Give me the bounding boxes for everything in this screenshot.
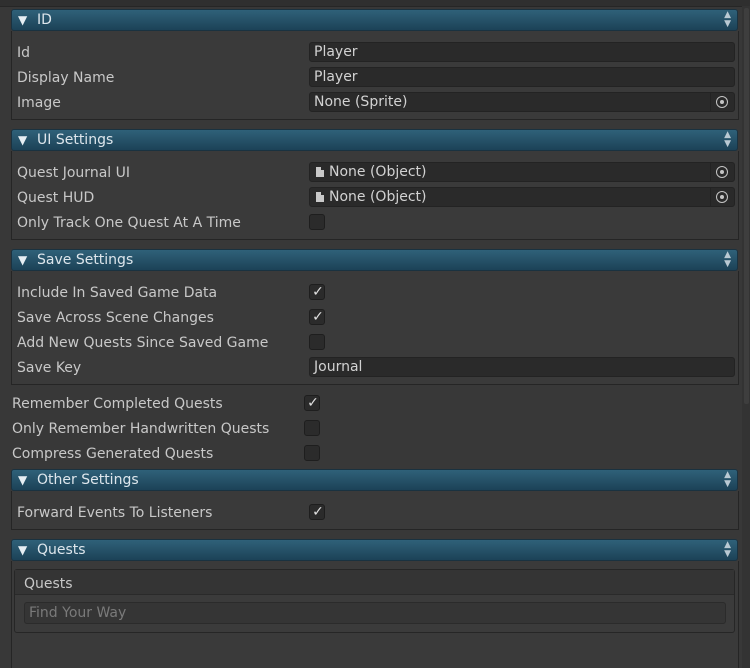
quest-hud-field[interactable]: None (Object) bbox=[309, 187, 735, 207]
section-header-id[interactable]: ▼ ID ▲ ▼ bbox=[11, 9, 738, 31]
vertical-scrollbar[interactable] bbox=[742, 6, 750, 668]
section-title: Save Settings bbox=[37, 252, 134, 268]
add-new-quests-checkbox[interactable] bbox=[309, 334, 325, 350]
field-label-save-across-scenes: Save Across Scene Changes bbox=[17, 310, 214, 326]
field-label-quest-hud: Quest HUD bbox=[17, 190, 95, 206]
foldout-triangle-icon[interactable]: ▼ bbox=[18, 130, 27, 150]
object-picker-icon[interactable] bbox=[710, 163, 734, 181]
quest-search-input[interactable]: Find Your Way bbox=[24, 602, 726, 624]
image-field[interactable]: None (Sprite) bbox=[309, 92, 735, 112]
section-header-ui-settings[interactable]: ▼ UI Settings ▲ ▼ bbox=[11, 129, 738, 151]
image-field-value: None (Sprite) bbox=[314, 94, 408, 110]
field-label-add-new-quests: Add New Quests Since Saved Game bbox=[17, 335, 269, 351]
section-title: Other Settings bbox=[37, 472, 139, 488]
only-track-one-checkbox[interactable] bbox=[309, 214, 325, 230]
field-label-forward-events: Forward Events To Listeners bbox=[17, 505, 213, 521]
foldout-triangle-icon[interactable]: ▼ bbox=[18, 250, 27, 270]
quest-journal-ui-value: None (Object) bbox=[329, 164, 427, 180]
object-picker-icon[interactable] bbox=[710, 93, 734, 111]
sort-arrows-icon[interactable]: ▲ ▼ bbox=[724, 541, 731, 559]
quest-journal-ui-field[interactable]: None (Object) bbox=[309, 162, 735, 182]
compress-generated-checkbox[interactable] bbox=[304, 445, 320, 461]
scrollbar-thumb[interactable] bbox=[744, 8, 749, 404]
field-label-remember-completed: Remember Completed Quests bbox=[12, 396, 223, 412]
sort-arrows-icon[interactable]: ▲ ▼ bbox=[724, 471, 731, 489]
field-label-only-track-one: Only Track One Quest At A Time bbox=[17, 215, 241, 231]
sort-arrows-icon[interactable]: ▲ ▼ bbox=[724, 11, 731, 29]
include-in-saved-checkbox[interactable]: ✓ bbox=[309, 284, 325, 300]
document-icon bbox=[316, 192, 324, 202]
field-label-id: Id bbox=[17, 45, 31, 61]
field-label-save-key: Save Key bbox=[17, 360, 82, 376]
only-handwritten-checkbox[interactable] bbox=[304, 420, 320, 436]
quest-hud-value: None (Object) bbox=[329, 189, 427, 205]
foldout-triangle-icon[interactable]: ▼ bbox=[18, 10, 27, 30]
field-label-include-in-saved: Include In Saved Game Data bbox=[17, 285, 218, 301]
quests-list-title: Quests bbox=[24, 576, 73, 592]
field-label-display-name: Display Name bbox=[17, 70, 115, 86]
field-label-image: Image bbox=[17, 95, 61, 111]
top-bar bbox=[0, 0, 750, 7]
sort-arrows-icon[interactable]: ▲ ▼ bbox=[724, 251, 731, 269]
save-across-scenes-checkbox[interactable]: ✓ bbox=[309, 309, 325, 325]
save-key-field[interactable]: Journal bbox=[309, 357, 735, 377]
remember-completed-checkbox[interactable]: ✓ bbox=[304, 395, 320, 411]
quests-list-header bbox=[15, 570, 734, 595]
field-label-only-handwritten: Only Remember Handwritten Quests bbox=[12, 421, 270, 437]
forward-events-checkbox[interactable]: ✓ bbox=[309, 504, 325, 520]
foldout-triangle-icon[interactable]: ▼ bbox=[18, 540, 27, 560]
field-label-compress-generated: Compress Generated Quests bbox=[12, 446, 214, 462]
section-title: ID bbox=[37, 12, 52, 28]
sort-arrows-icon[interactable]: ▲ ▼ bbox=[724, 131, 731, 149]
object-picker-icon[interactable] bbox=[710, 188, 734, 206]
id-field[interactable]: Player bbox=[309, 42, 735, 62]
section-header-save-settings[interactable]: ▼ Save Settings ▲ ▼ bbox=[11, 249, 738, 271]
document-icon bbox=[316, 167, 324, 177]
section-header-quests[interactable]: ▼ Quests ▲ ▼ bbox=[11, 539, 738, 561]
foldout-triangle-icon[interactable]: ▼ bbox=[18, 470, 27, 490]
section-title: Quests bbox=[37, 542, 86, 558]
section-header-other-settings[interactable]: ▼ Other Settings ▲ ▼ bbox=[11, 469, 738, 491]
field-label-quest-journal-ui: Quest Journal UI bbox=[17, 165, 130, 181]
section-title: UI Settings bbox=[37, 132, 114, 148]
display-name-field[interactable]: Player bbox=[309, 67, 735, 87]
